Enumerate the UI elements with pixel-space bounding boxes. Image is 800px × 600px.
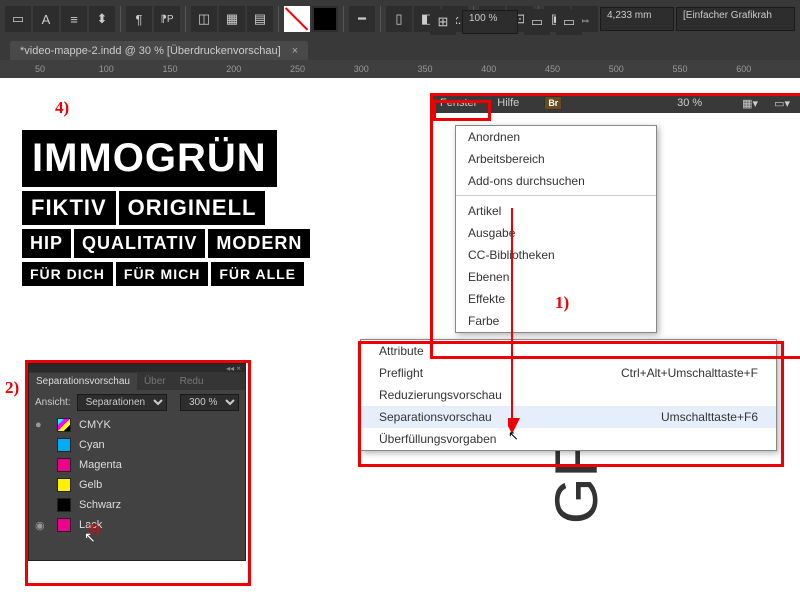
tool-button[interactable]: ⁋P (154, 6, 180, 32)
menu-item[interactable]: Artikel (456, 200, 656, 222)
tool-button[interactable]: ▦ (219, 6, 245, 32)
annotation-3: 3) (88, 522, 100, 538)
screen-mode-icon[interactable]: ▭▾ (764, 94, 800, 113)
menu-item[interactable]: Arbeitsbereich (456, 148, 656, 170)
tool-button[interactable]: ◫ (191, 6, 217, 32)
separations-panel: ◂◂ × Separationsvorschau Über Redu Ansic… (28, 363, 246, 561)
ink-swatch (57, 498, 71, 512)
frame-type-field[interactable]: [Einfacher Grafikrah (676, 7, 795, 31)
menu-item[interactable]: Add-ons durchsuchen (456, 170, 656, 192)
view-options-icon[interactable]: ▦▾ (732, 94, 764, 113)
ink-swatch (57, 478, 71, 492)
ink-name: Cyan (79, 439, 239, 451)
ink-row[interactable]: Cyan (29, 435, 245, 455)
panel-zoom-select[interactable]: 300 % (180, 394, 239, 411)
view-select[interactable]: Separationen (77, 394, 167, 411)
tool-button[interactable]: ¶ (126, 6, 152, 32)
ink-name: CMYK (79, 419, 239, 431)
submenu-item[interactable]: Reduzierungsvorschau (361, 384, 776, 406)
fill-none-icon[interactable] (284, 6, 310, 32)
ink-name: Lack (79, 519, 239, 531)
submenu-item[interactable]: PreflightCtrl+Alt+Umschalttaste+F (361, 362, 776, 384)
canvas[interactable]: IMMOGRÜN FIKTIVORIGINELL HIPQUALITATIVMO… (0, 78, 800, 600)
ink-name: Magenta (79, 459, 239, 471)
view-label: Ansicht: (35, 397, 71, 408)
page-text: GF (542, 441, 611, 524)
annotation-2: 2) (5, 378, 19, 398)
menu-item[interactable]: Ausgabe (456, 222, 656, 244)
zoom-display[interactable]: 30 % (677, 97, 702, 109)
menu-item[interactable]: Ebenen (456, 266, 656, 288)
ink-row[interactable]: Gelb (29, 475, 245, 495)
submenu-item[interactable]: Attribute (361, 340, 776, 362)
ausgabe-submenu: Attribute PreflightCtrl+Alt+Umschalttast… (360, 339, 777, 451)
ink-name: Schwarz (79, 499, 239, 511)
tool-button[interactable]: ▭ (556, 9, 582, 35)
tool-button[interactable]: A (33, 6, 59, 32)
ink-swatch (57, 518, 71, 532)
ink-swatch (57, 438, 71, 452)
annotation-1: 1) (555, 293, 569, 313)
tool-button[interactable]: ⬍ (89, 6, 115, 32)
menu-item[interactable]: Farbe (456, 310, 656, 332)
ink-name: Gelb (79, 479, 239, 491)
menu-item[interactable]: Anordnen (456, 126, 656, 148)
tool-button[interactable]: ≡ (61, 6, 87, 32)
bridge-icon[interactable]: Br (544, 96, 562, 110)
visibility-icon[interactable]: ● (35, 419, 49, 431)
tool-button[interactable]: ▤ (247, 6, 273, 32)
close-icon[interactable]: × (292, 45, 298, 57)
panel-tab[interactable]: Über (137, 373, 173, 390)
measure-field[interactable]: 4,233 mm (600, 7, 674, 31)
secondary-menubar: Fenster Hilfe Br 30 % ▦▾ ▭▾ (430, 93, 800, 113)
fill-black-icon[interactable] (312, 6, 338, 32)
ink-row[interactable]: ◉ Lack (29, 515, 245, 535)
ink-swatch (57, 458, 71, 472)
document-tab-bar: *video-mappe-2.indd @ 30 % [Überdruckenv… (0, 38, 800, 60)
menu-hilfe[interactable]: Hilfe (487, 94, 529, 112)
panel-tab-active[interactable]: Separationsvorschau (29, 373, 137, 390)
submenu-item-separations[interactable]: SeparationsvorschauUmschalttaste+F6 (361, 406, 776, 428)
tool-button[interactable]: ▯ (386, 6, 412, 32)
document-tab[interactable]: *video-mappe-2.indd @ 30 % [Überdruckenv… (10, 41, 308, 60)
zoom-field[interactable]: 100 % (462, 10, 518, 34)
panel-tab[interactable]: Redu (173, 373, 211, 390)
visibility-icon[interactable]: ◉ (35, 519, 49, 532)
tool-button[interactable]: ⊞ (430, 9, 456, 35)
horizontal-ruler: 50100150200250300350400450500550600 (0, 60, 800, 78)
tool-button[interactable]: ━ (349, 6, 375, 32)
annotation-4: 4) (55, 98, 69, 118)
ink-row[interactable]: Magenta (29, 455, 245, 475)
ink-swatch (57, 418, 71, 432)
submenu-item[interactable]: Überfüllungsvorgaben (361, 428, 776, 450)
menu-fenster[interactable]: Fenster (430, 94, 487, 112)
ink-row[interactable]: ● CMYK (29, 415, 245, 435)
tool-button[interactable]: ▭ (524, 9, 550, 35)
menu-item[interactable]: CC-Bibliotheken (456, 244, 656, 266)
tool-button[interactable]: ▭ (5, 6, 31, 32)
app-toolbar: ▭ A ≡ ⬍ ¶ ⁋P ◫ ▦ ▤ ━ ▯ ◧ fx. ▦ ⊡ ▣ ⇔ 4,2… (0, 0, 800, 38)
logo-artwork: IMMOGRÜN FIKTIVORIGINELL HIPQUALITATIVMO… (22, 128, 313, 288)
document-tab-label: *video-mappe-2.indd @ 30 % [Überdruckenv… (20, 45, 281, 57)
ink-row[interactable]: Schwarz (29, 495, 245, 515)
